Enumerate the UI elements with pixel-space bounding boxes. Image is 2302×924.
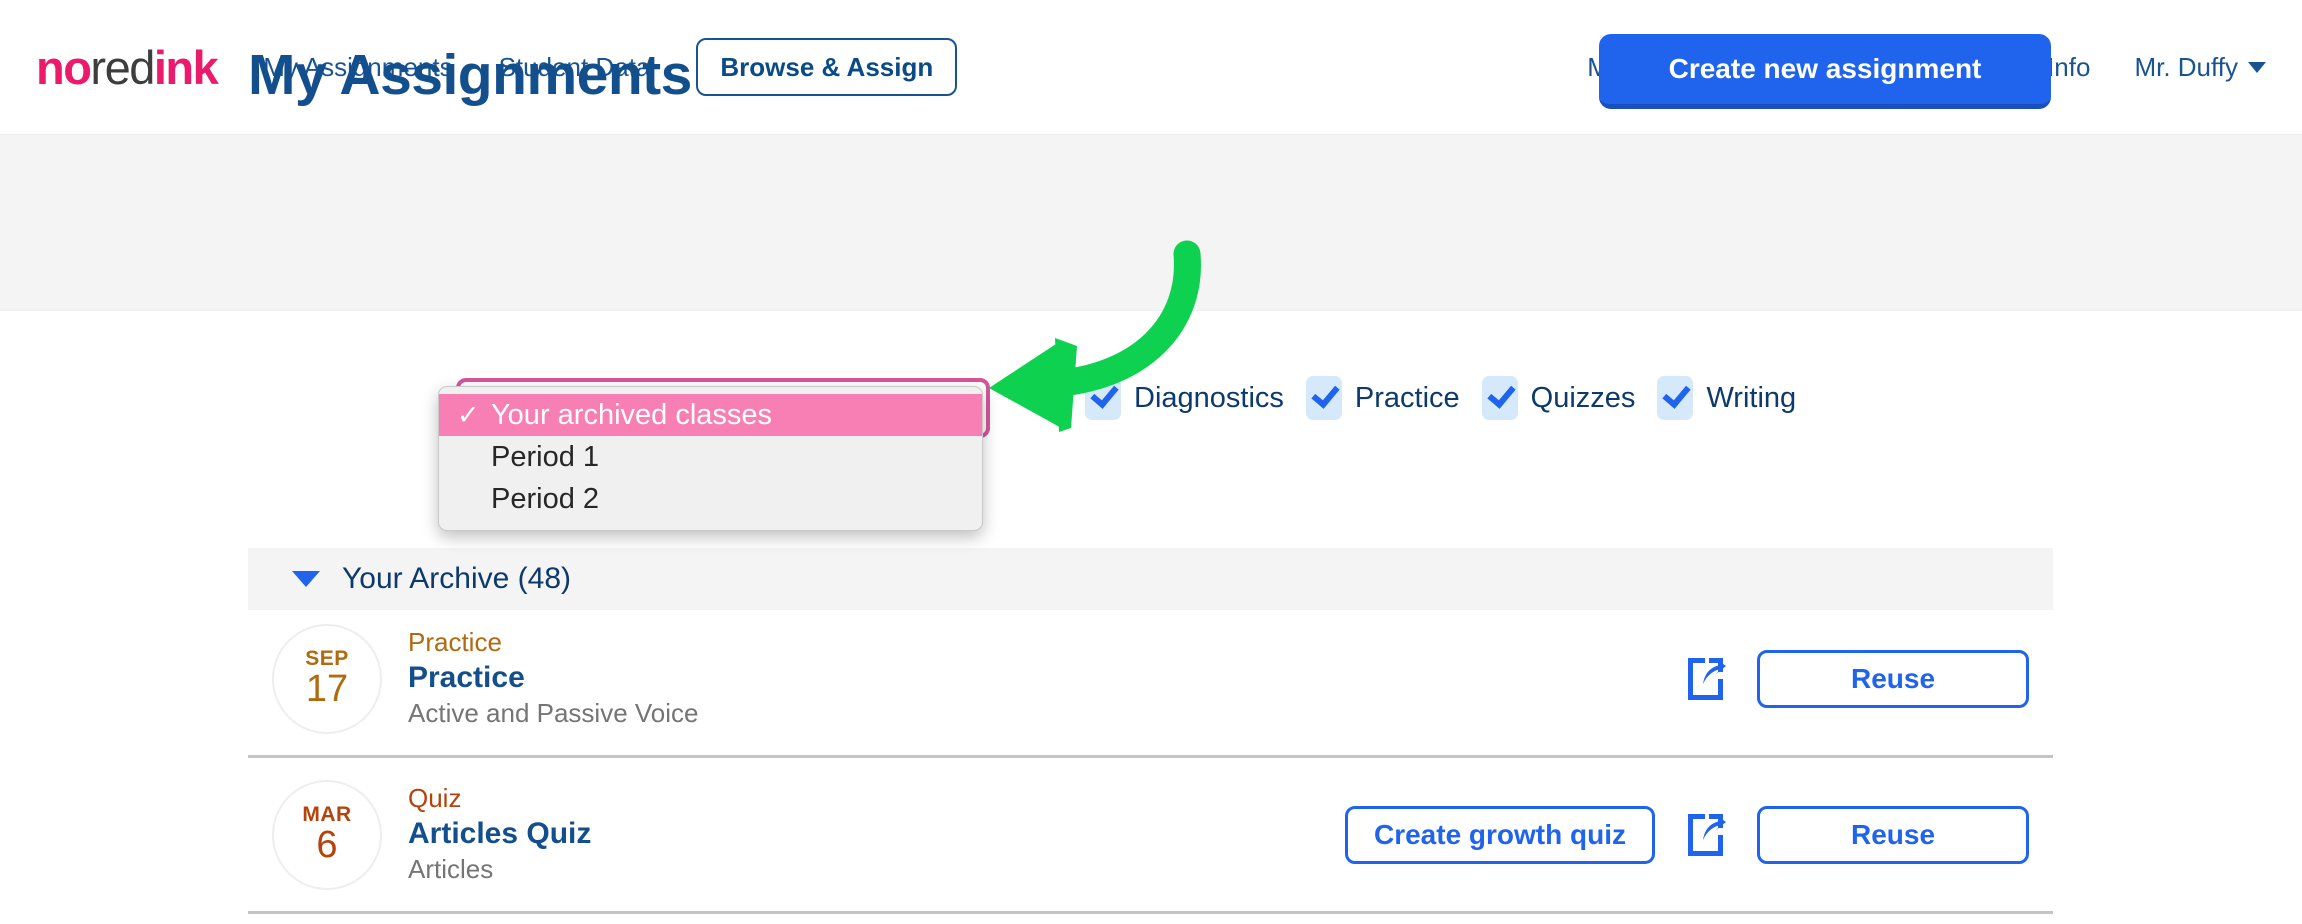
filter-writing[interactable]: Writing	[1657, 376, 1796, 420]
assignment-subtitle: Active and Passive Voice	[408, 697, 699, 728]
class-option-label: Your archived classes	[491, 398, 773, 431]
assignment-type: Quiz	[408, 782, 462, 813]
table-row: SEP 17 Practice Practice Active and Pass…	[248, 602, 2053, 758]
class-option-period-2[interactable]: ✓ Period 2	[439, 478, 982, 520]
filter-label: Diagnostics	[1134, 381, 1284, 414]
filter-label: Writing	[1706, 381, 1797, 414]
assignment-info: Quiz Articles Quiz Articles	[408, 782, 591, 885]
nav-user-menu[interactable]: Mr. Duffy	[2134, 52, 2266, 83]
share-document-icon-button[interactable]	[1683, 809, 1729, 861]
assignment-title-link[interactable]: Articles Quiz	[408, 816, 591, 852]
check-icon-placeholder: ✓	[457, 484, 491, 515]
logo-text-red: red	[90, 40, 155, 94]
share-document-icon	[1688, 813, 1726, 856]
assignment-subtitle: Articles	[408, 853, 494, 884]
reuse-button[interactable]: Reuse	[1757, 805, 2029, 864]
chevron-down-icon[interactable]	[292, 571, 320, 587]
assignment-date-badge: SEP 17	[272, 623, 382, 734]
create-new-assignment-button[interactable]: Create new assignment	[1599, 34, 2051, 109]
class-option-archived[interactable]: ✓ Your archived classes	[439, 394, 982, 436]
logo-text-no: no	[36, 40, 92, 94]
filter-practice[interactable]: Practice	[1305, 376, 1460, 420]
share-document-icon	[1688, 657, 1726, 700]
checkbox-checked-icon[interactable]	[1657, 376, 1694, 420]
assignment-actions: Reuse	[1683, 649, 2029, 708]
date-month: MAR	[302, 803, 352, 826]
class-option-label: Period 1	[491, 440, 600, 473]
checkbox-checked-icon[interactable]	[1305, 376, 1342, 420]
reuse-button[interactable]: Reuse	[1757, 649, 2029, 708]
assignment-type-filters: Diagnostics Practice Quizzes Writing	[1085, 376, 1796, 420]
create-growth-quiz-button[interactable]: Create growth quiz	[1344, 805, 1655, 864]
class-select-dropdown-popup[interactable]: ✓ Your archived classes ✓ Period 1 ✓ Per…	[438, 386, 983, 531]
date-day: 6	[316, 824, 338, 867]
filter-label: Quizzes	[1530, 381, 1636, 414]
share-document-icon-button[interactable]	[1683, 653, 1729, 705]
checkbox-checked-icon[interactable]	[1085, 376, 1121, 420]
nav-browse-and-assign[interactable]: Browse & Assign	[696, 38, 958, 96]
assignment-info: Practice Practice Active and Passive Voi…	[408, 626, 699, 729]
nav-user-label: Mr. Duffy	[2134, 51, 2238, 82]
page-title: My Assignments	[248, 43, 692, 107]
archive-section-title: Your Archive (48)	[342, 562, 572, 595]
assignment-actions: Create growth quiz Reuse	[1344, 805, 2029, 864]
noredink-logo[interactable]: noredink	[36, 40, 219, 94]
chevron-down-icon	[2248, 61, 2266, 73]
date-day: 17	[305, 668, 349, 711]
checkbox-checked-icon[interactable]	[1481, 376, 1518, 420]
page-header-band	[0, 135, 2302, 311]
filter-label: Practice	[1354, 381, 1460, 414]
date-month: SEP	[305, 647, 349, 670]
check-icon: ✓	[457, 399, 480, 430]
table-row: MAR 6 Quiz Articles Quiz Articles Create…	[248, 758, 2053, 914]
class-option-label: Period 2	[491, 482, 600, 515]
check-icon-placeholder: ✓	[457, 442, 491, 473]
assignment-title-link[interactable]: Practice	[408, 660, 699, 696]
assignment-date-badge: MAR 6	[272, 779, 382, 890]
assignment-type: Practice	[408, 626, 502, 657]
class-option-period-1[interactable]: ✓ Period 1	[439, 436, 982, 478]
logo-text-ink: ink	[153, 40, 219, 94]
filter-quizzes[interactable]: Quizzes	[1481, 376, 1636, 420]
archive-section-header[interactable]: Your Archive (48)	[248, 548, 2053, 610]
filter-diagnostics[interactable]: Diagnostics	[1085, 376, 1284, 420]
